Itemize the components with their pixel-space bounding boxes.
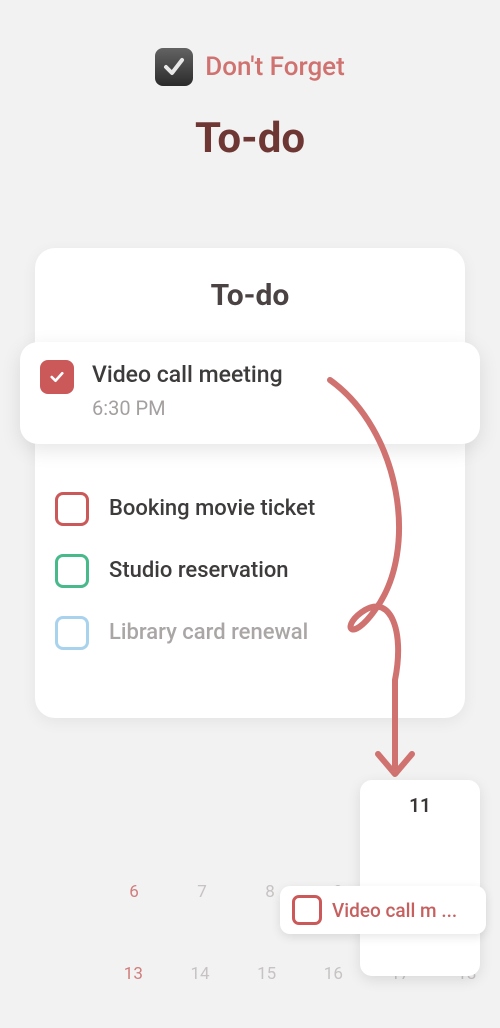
checkbox-checked-icon[interactable]	[40, 360, 74, 394]
checkbox-icon[interactable]	[55, 492, 89, 526]
checkmark-icon	[162, 55, 186, 79]
app-icon	[155, 48, 193, 86]
calendar-day[interactable]: 7	[168, 864, 236, 946]
list-item-label: Booking movie ticket	[109, 495, 315, 524]
calendar-day-popup[interactable]: 11	[360, 780, 480, 976]
list-item-label: Studio reservation	[109, 557, 289, 586]
checkbox-icon[interactable]	[55, 616, 89, 650]
calendar-day[interactable]: 15	[233, 946, 300, 1028]
calendar-day[interactable]: 16	[300, 946, 367, 1028]
page-title: To-do	[0, 114, 500, 163]
list-item[interactable]: Booking movie ticket	[55, 478, 455, 540]
featured-item-label: Video call meeting	[92, 360, 283, 390]
calendar-day[interactable]: 13	[100, 946, 167, 1028]
calendar-day[interactable]: 14	[167, 946, 234, 1028]
calendar-day[interactable]: 6	[100, 864, 168, 946]
event-chip-label: Video call m ...	[332, 899, 457, 922]
popup-day-number: 11	[360, 794, 480, 817]
checkmark-icon	[48, 368, 66, 386]
checkbox-icon[interactable]	[292, 895, 322, 925]
list-item[interactable]: Library card renewal	[55, 602, 455, 664]
list-item-label: Library card renewal	[109, 619, 308, 648]
featured-item[interactable]: Video call meeting 6:30 PM	[20, 342, 480, 444]
card-title: To-do	[35, 248, 465, 313]
calendar-event-chip[interactable]: Video call m ...	[280, 886, 486, 934]
todo-list: Booking movie ticket Studio reservation …	[55, 478, 455, 664]
list-item[interactable]: Studio reservation	[55, 540, 455, 602]
featured-item-time: 6:30 PM	[92, 396, 283, 420]
app-name: Don't Forget	[205, 52, 345, 82]
checkbox-icon[interactable]	[55, 554, 89, 588]
